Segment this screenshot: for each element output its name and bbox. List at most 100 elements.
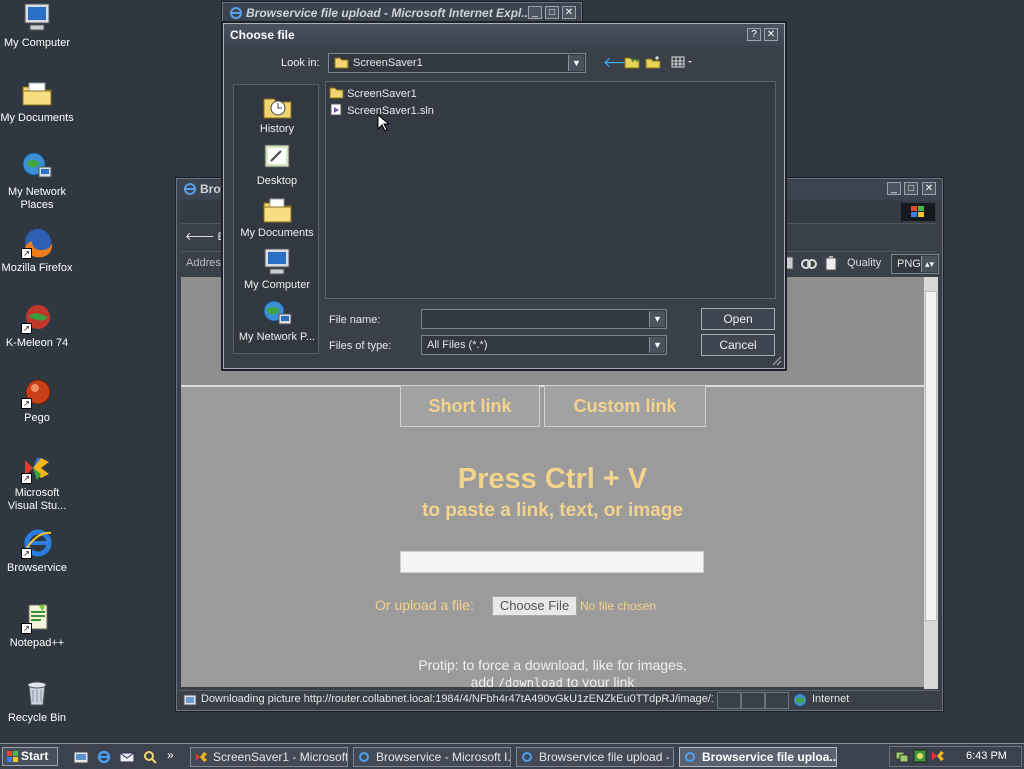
internet-explorer-icon[interactable] xyxy=(96,749,112,765)
chevron-down-icon[interactable]: ▼ xyxy=(568,55,584,71)
file-name-input[interactable]: ▼ xyxy=(421,309,667,329)
windows-flag-icon xyxy=(6,750,19,763)
place-network[interactable]: My Network P... xyxy=(234,299,320,343)
internet-zone-icon xyxy=(793,693,807,707)
desktop-icon-recycle-bin[interactable]: Recycle Bin xyxy=(0,677,74,725)
help-button[interactable]: ? xyxy=(747,28,761,41)
desktop-icon-firefox[interactable]: ↗ Mozilla Firefox xyxy=(0,227,74,275)
desktop-icon-visual-studio[interactable]: ↗ Microsoft Visual Stu... xyxy=(0,452,74,513)
quality-select[interactable]: PNG ▴▾ xyxy=(891,254,939,274)
short-link-button[interactable]: Short link xyxy=(400,385,540,427)
my-computer-icon xyxy=(21,2,53,34)
protip-text: to your link xyxy=(566,674,635,687)
page-scrollbar[interactable] xyxy=(924,277,938,689)
clipboard-icon[interactable] xyxy=(823,255,839,271)
files-of-type-select[interactable]: All Files (*.*) ▼ xyxy=(421,335,667,355)
spinner-icon: ▴▾ xyxy=(921,256,937,272)
taskbar-item-label: Browservice file upload - ... xyxy=(539,750,674,764)
clock[interactable]: 6:43 PM xyxy=(966,750,1007,762)
open-button[interactable]: Open xyxy=(701,308,775,330)
desktop-icon-label: Notepad++ xyxy=(9,637,65,649)
desktop-icon-label: Browservice xyxy=(7,562,67,574)
kmeleon-icon: ↗ xyxy=(21,302,53,334)
file-item-folder[interactable]: ScreenSaver1 xyxy=(329,86,417,102)
dialog-titlebar[interactable]: Choose file xyxy=(224,24,784,46)
desktop-icon-my-computer[interactable]: My Computer xyxy=(0,2,74,50)
minimize-button[interactable]: _ xyxy=(887,182,901,195)
place-desktop[interactable]: Desktop xyxy=(234,143,320,187)
file-list[interactable]: ScreenSaver1 ScreenSaver1.sln xyxy=(325,81,776,299)
recycle-bin-icon xyxy=(21,677,53,709)
taskbar-item-upload-2[interactable]: Browservice file uploa... xyxy=(679,747,837,767)
place-my-documents[interactable]: My Documents xyxy=(234,195,320,239)
taskbar-item-label: Browservice file uploa... xyxy=(702,750,837,764)
taskbar-item-browservice[interactable]: Browservice - Microsoft I... xyxy=(353,747,511,767)
maximize-button[interactable]: □ xyxy=(904,182,918,195)
choose-file-dialog[interactable]: Choose file ? ✕ Look in: ScreenSaver1 ▼ … xyxy=(223,23,785,369)
custom-link-button[interactable]: Custom link xyxy=(544,385,706,427)
choose-file-button[interactable]: Choose File xyxy=(492,596,577,616)
resize-grip-icon[interactable] xyxy=(770,354,782,366)
view-menu-icon[interactable] xyxy=(671,55,695,69)
protip-line1: Protip: to force a download, like for im… xyxy=(418,657,687,673)
up-folder-icon[interactable] xyxy=(624,55,640,69)
desktop-icon-label: Recycle Bin xyxy=(7,712,67,724)
taskbar-item-upload-1[interactable]: Browservice file upload - ... xyxy=(516,747,674,767)
desktop-icon-kmeleon[interactable]: ↗ K-Meleon 74 xyxy=(0,302,74,350)
search-icon[interactable] xyxy=(142,749,158,765)
status-text: Downloading picture http://router.collab… xyxy=(201,693,713,705)
status-panel xyxy=(741,692,765,709)
chevron-down-icon[interactable]: ▼ xyxy=(649,311,665,327)
address-label: Addres xyxy=(186,257,221,269)
internet-explorer-icon xyxy=(183,181,196,195)
start-button[interactable]: Start xyxy=(2,747,58,766)
quicklaunch-more[interactable]: » xyxy=(167,748,174,762)
find-icon[interactable] xyxy=(801,255,817,271)
desktop-icon-my-documents[interactable]: My Documents xyxy=(0,77,74,125)
page-loading-icon xyxy=(183,693,197,707)
minimize-button[interactable]: _ xyxy=(528,6,542,19)
quality-label: Quality xyxy=(847,257,882,269)
status-bar: Downloading picture http://router.collab… xyxy=(179,690,940,709)
back-arrow-icon[interactable]: 🡐 xyxy=(603,55,641,69)
place-my-computer[interactable]: My Computer xyxy=(234,247,320,291)
chevron-down-icon[interactable]: ▼ xyxy=(649,337,665,353)
places-bar: History Desktop My Documents My Computer… xyxy=(233,84,319,354)
close-button[interactable]: ✕ xyxy=(562,6,576,19)
place-history[interactable]: History xyxy=(234,91,320,135)
desktop-icon-notepadpp[interactable]: ↗ Notepad++ xyxy=(0,602,74,650)
file-name-label: File name: xyxy=(329,314,381,326)
network-tray-icon[interactable] xyxy=(895,749,909,763)
desktop-icon-browservice[interactable]: ↗ Browservice xyxy=(0,527,74,575)
look-in-label: Look in: xyxy=(281,57,320,69)
press-ctrl-v-heading: Press Ctrl + V xyxy=(457,463,648,495)
mouse-cursor-icon xyxy=(377,113,391,132)
protip-text: add xyxy=(470,674,494,687)
outlook-express-icon[interactable] xyxy=(119,749,135,765)
look-in-select[interactable]: ScreenSaver1 ▼ xyxy=(328,53,586,73)
desktop-icon-pego[interactable]: ↗ Pego xyxy=(0,377,74,425)
paste-input[interactable] xyxy=(400,551,704,573)
taskbar-item-label: Browservice - Microsoft I... xyxy=(376,750,511,764)
system-tray: 6:43 PM xyxy=(889,746,1022,767)
taskbar-item-screensaver[interactable]: ScreenSaver1 - Microsoft ... xyxy=(190,747,348,767)
zone-label: Internet xyxy=(812,693,850,705)
window-title: Browservice file upload - Microsoft Inte… xyxy=(246,6,532,20)
security-tray-icon[interactable] xyxy=(913,749,927,763)
maximize-button[interactable]: □ xyxy=(545,6,559,19)
paste-subheading: to paste a link, text, or image xyxy=(422,500,683,521)
close-button[interactable]: ✕ xyxy=(922,182,936,195)
new-folder-icon[interactable] xyxy=(645,55,661,69)
place-label: Desktop xyxy=(256,175,298,187)
internet-explorer-icon xyxy=(521,750,534,763)
scrollbar-thumb[interactable] xyxy=(925,291,937,621)
upload-label: Or upload a file: xyxy=(375,597,474,613)
cancel-button[interactable]: Cancel xyxy=(701,334,775,356)
show-desktop-icon[interactable] xyxy=(73,749,89,765)
my-documents-icon xyxy=(21,77,53,109)
app-tray-icon[interactable] xyxy=(931,749,945,763)
desktop-icon-network-places[interactable]: My Network Places xyxy=(0,151,74,212)
quality-value: PNG xyxy=(897,258,921,270)
dialog-close-button[interactable]: ✕ xyxy=(764,28,778,41)
internet-explorer-icon xyxy=(358,750,371,763)
